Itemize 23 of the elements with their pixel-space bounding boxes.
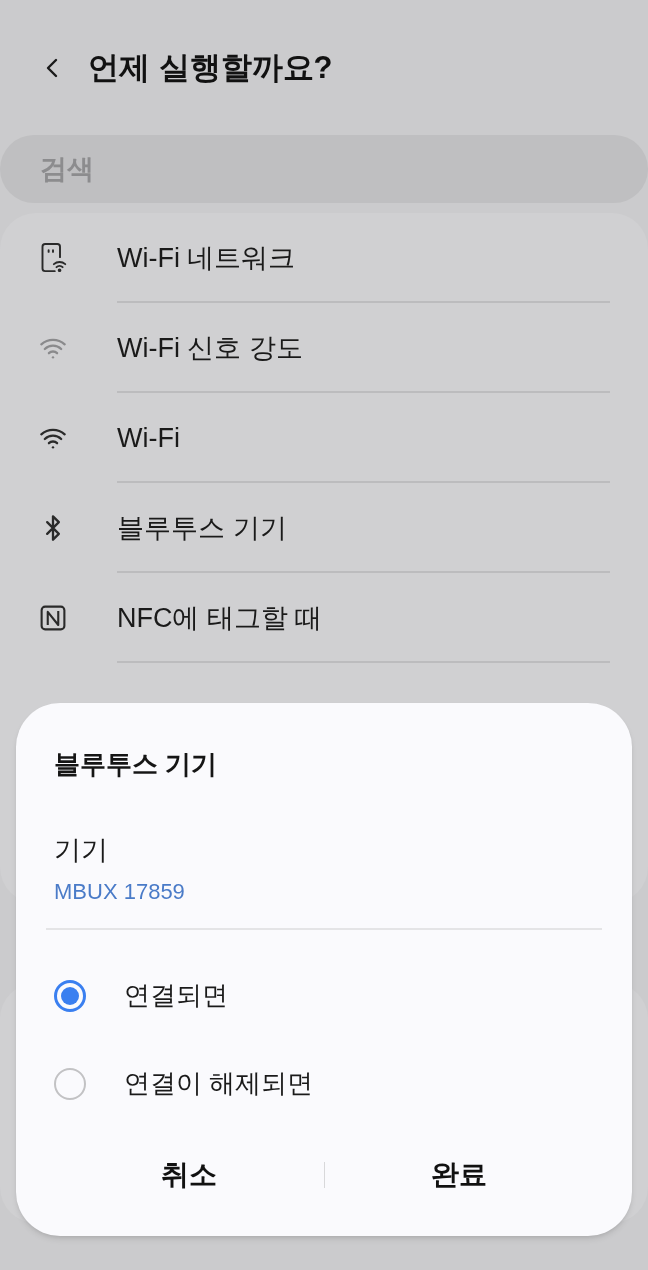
radio-option[interactable]: 연결이 해제되면	[54, 1039, 594, 1128]
option-label: 연결되면	[124, 979, 228, 1012]
item-label: Wi-Fi 신호 강도	[117, 331, 303, 365]
list-item[interactable]: Wi-Fi 네트워크	[0, 213, 648, 303]
page-title: 언제 실행할까요?	[88, 48, 333, 87]
radio-button[interactable]	[54, 979, 86, 1012]
radio-option[interactable]: 연결되면	[54, 951, 594, 1040]
dialog-button[interactable]: 완료	[324, 1139, 594, 1210]
list-item[interactable]: NFC에 태그할 때	[0, 573, 648, 663]
radio-button[interactable]	[54, 1067, 86, 1100]
item-label: Wi-Fi 네트워크	[117, 241, 296, 275]
list-item[interactable]: Wi-Fi	[0, 393, 648, 483]
option-label: 연결이 해제되면	[124, 1067, 314, 1100]
list-item[interactable]: Wi-Fi 신호 강도	[0, 303, 648, 393]
device-value: MBUX 17859	[54, 877, 186, 906]
item-label: Wi-Fi	[117, 421, 180, 455]
nfc-icon	[38, 604, 67, 632]
list-item[interactable]: 블루투스 기기	[0, 483, 648, 573]
dialog-title: 블루투스 기기	[54, 748, 219, 781]
dialog-button[interactable]: 취소	[54, 1139, 324, 1210]
item-label: NFC에 태그할 때	[117, 601, 323, 635]
device-label: 기기	[54, 834, 109, 867]
item-label: 블루투스 기기	[117, 511, 287, 545]
